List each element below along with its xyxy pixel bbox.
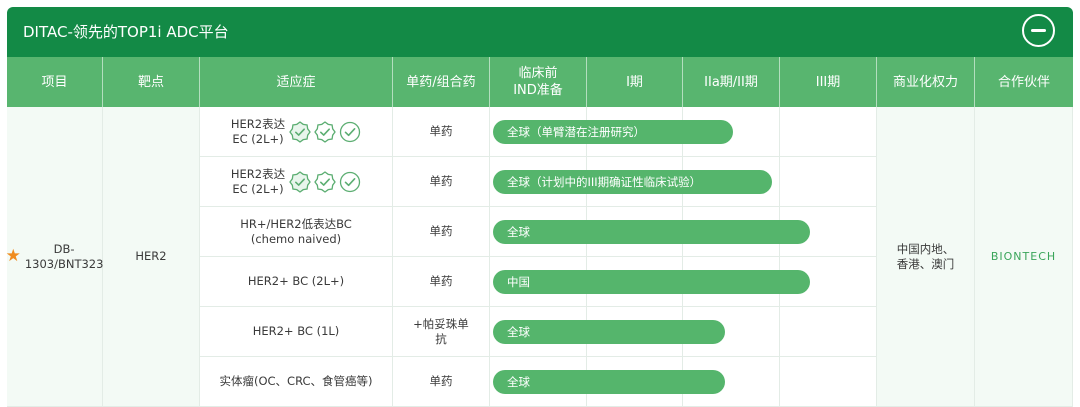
header-cell: 商业化权力 bbox=[877, 57, 975, 107]
header-cell: 单药/组合药 bbox=[393, 57, 490, 107]
regimen-cell: 单药 bbox=[393, 357, 490, 407]
regimen-cell: 单药 bbox=[393, 257, 490, 307]
row-divider bbox=[490, 206, 877, 207]
partner-cell: BIONTECH bbox=[975, 107, 1073, 407]
designation-badges bbox=[289, 170, 361, 193]
pipeline-panel: DITAC-领先的TOP1i ADC平台 项目 靶点 适应症 单药/组合药 临床前 IN… bbox=[5, 7, 1073, 407]
target-name: HER2 bbox=[135, 249, 167, 263]
row-divider bbox=[490, 306, 877, 307]
regimen-text: +帕妥珠单 抗 bbox=[413, 316, 469, 346]
progress-bar: 全球（计划中的III期确证性临床试验） bbox=[493, 170, 772, 194]
progress-bar: 全球 bbox=[493, 320, 725, 344]
check-badge-filled-icon bbox=[289, 120, 311, 143]
project-name: DB- 1303/BNT323 bbox=[24, 241, 104, 271]
check-badge-outline-icon bbox=[314, 120, 336, 143]
indication-text: 实体瘤(OC、CRC、食管癌等) bbox=[219, 374, 373, 388]
row-divider bbox=[490, 156, 877, 157]
progress-bar-label: 全球（计划中的III期确证性临床试验） bbox=[507, 175, 702, 189]
progress-bar: 全球 bbox=[493, 220, 810, 244]
progress-bar-label: 全球 bbox=[507, 225, 530, 239]
panel-title: DITAC-领先的TOP1i ADC平台 bbox=[23, 23, 229, 41]
indication-text: HER2+ BC (1L) bbox=[252, 324, 340, 338]
check-badge-filled-icon bbox=[289, 170, 311, 193]
header-cell: III期 bbox=[780, 57, 877, 107]
header-cell: 靶点 bbox=[103, 57, 200, 107]
check-circle-icon bbox=[339, 121, 361, 142]
indication-text: HER2+ BC (2L+) bbox=[247, 274, 345, 288]
indication-text: HER2表达 EC (2L+) bbox=[230, 166, 286, 196]
regimen-cell: 单药 bbox=[393, 107, 490, 157]
regimen-cell: +帕妥珠单 抗 bbox=[393, 307, 490, 357]
regimen-text: 单药 bbox=[429, 274, 453, 288]
minus-icon bbox=[1031, 29, 1046, 32]
progress-bar-label: 全球 bbox=[507, 375, 530, 389]
check-badge-outline-icon bbox=[314, 170, 336, 193]
table-header: 项目 靶点 适应症 单药/组合药 临床前 IND准备 I期 IIa期/II期 III期 商业化权… bbox=[7, 57, 1073, 107]
indication-cell: HER2表达 EC (2L+) bbox=[200, 107, 393, 157]
regimen-text: 单药 bbox=[429, 124, 453, 138]
indication-cell: HR+/HER2低表达BC (chemo naived) bbox=[200, 207, 393, 257]
check-circle-icon bbox=[339, 171, 361, 192]
collapse-button[interactable] bbox=[1022, 14, 1055, 47]
progress-bar-label: 全球（单臂潜在注册研究） bbox=[507, 125, 645, 139]
regimen-cell: 单药 bbox=[393, 157, 490, 207]
regimen-text: 单药 bbox=[429, 174, 453, 188]
column-divider bbox=[779, 107, 780, 407]
progress-bar-label: 中国 bbox=[507, 275, 530, 289]
indication-cell: 实体瘤(OC、CRC、食管癌等) bbox=[200, 357, 393, 407]
header-cell: I期 bbox=[587, 57, 683, 107]
column-divider bbox=[586, 107, 587, 407]
progress-bar-label: 全球 bbox=[507, 325, 530, 339]
row-divider bbox=[490, 256, 877, 257]
header-cell: 项目 bbox=[7, 57, 103, 107]
indication-cell: HER2+ BC (1L) bbox=[200, 307, 393, 357]
indication-cell: HER2表达 EC (2L+) bbox=[200, 157, 393, 207]
regimen-text: 单药 bbox=[429, 374, 453, 388]
indication-cell: HER2+ BC (2L+) bbox=[200, 257, 393, 307]
indication-text: HR+/HER2低表达BC (chemo naived) bbox=[240, 216, 352, 246]
project-cell: ★ DB- 1303/BNT323 bbox=[5, 107, 104, 407]
table-body: ★ DB- 1303/BNT323 HER2 中国内地、 香港、澳门 BIONTECH H… bbox=[5, 107, 1073, 407]
regimen-cell: 单药 bbox=[393, 207, 490, 257]
row-divider bbox=[490, 356, 877, 357]
progress-bar: 全球 bbox=[493, 370, 725, 394]
star-icon: ★ bbox=[5, 246, 21, 266]
progress-bar: 中国 bbox=[493, 270, 810, 294]
header-cell: 合作伙伴 bbox=[997, 74, 1050, 90]
column-divider bbox=[682, 107, 683, 407]
regimen-text: 单药 bbox=[429, 224, 453, 238]
indication-text: HER2表达 EC (2L+) bbox=[230, 116, 286, 146]
rights-text: 中国内地、 香港、澳门 bbox=[896, 241, 955, 271]
target-cell: HER2 bbox=[103, 107, 200, 407]
partner-logo: BIONTECH bbox=[990, 250, 1057, 263]
header-cell: 临床前 IND准备 bbox=[490, 57, 587, 107]
title-bar: DITAC-领先的TOP1i ADC平台 bbox=[7, 7, 1073, 57]
progress-bar: 全球（单臂潜在注册研究） bbox=[493, 120, 733, 144]
designation-badges bbox=[289, 120, 361, 143]
header-cell: 适应症 bbox=[200, 57, 393, 107]
header-cell: IIa期/II期 bbox=[683, 57, 780, 107]
rights-cell: 中国内地、 香港、澳门 bbox=[877, 107, 975, 407]
